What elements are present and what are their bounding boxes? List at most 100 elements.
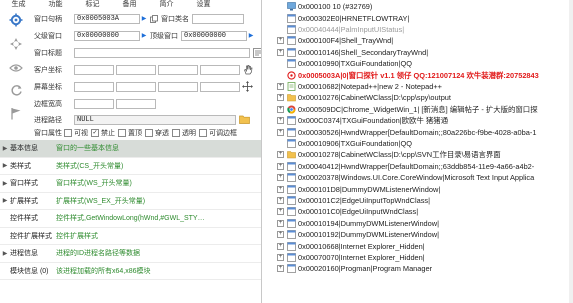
- tree-node[interactable]: 0x000302E0|HRNETFLOWTRAY|: [277, 12, 409, 23]
- expand-node-icon[interactable]: +: [277, 174, 284, 182]
- info-row[interactable]: 模块信息 (0) 该进程加载的所有x64,x86模块: [0, 263, 261, 280]
- expand-node-icon[interactable]: +: [277, 128, 284, 136]
- window-icon: [287, 161, 298, 171]
- folder-icon[interactable]: [239, 114, 250, 125]
- menu-generate[interactable]: 生成: [0, 0, 37, 10]
- transparent-checkbox[interactable]: [172, 128, 180, 137]
- process-path-field[interactable]: NULL: [74, 114, 236, 125]
- refresh-icon[interactable]: [8, 82, 24, 98]
- expand-node-icon[interactable]: +: [277, 231, 284, 239]
- screen-h-field[interactable]: [200, 81, 240, 92]
- screen-w-field[interactable]: [158, 81, 198, 92]
- tree-node[interactable]: +0x00010682|Notepad++|new 2 - Notepad++: [277, 81, 442, 92]
- info-row[interactable]: 控件样式 控件样式,GetWindowLong(hWnd,#GWL_STY…: [0, 210, 261, 228]
- menu-settings[interactable]: 设置: [185, 0, 222, 10]
- client-w-field[interactable]: [158, 64, 198, 75]
- eye-icon[interactable]: [8, 60, 24, 76]
- window-icon: [287, 139, 298, 148]
- disabled-checkbox[interactable]: ✓: [91, 128, 99, 137]
- tree-node[interactable]: +0x00010192|DummyDWMListenerWindow|: [277, 229, 439, 240]
- info-row[interactable]: 控件扩展样式 控件扩展样式: [0, 228, 261, 245]
- tree-node[interactable]: +0x00010194|DummyDWMListenerWindow|: [277, 218, 439, 229]
- expand-icon[interactable]: ▶: [0, 197, 10, 204]
- tree-node[interactable]: +0x000100F4|Shell_TrayWnd|: [277, 35, 393, 46]
- edit-icon[interactable]: [252, 47, 261, 58]
- parent-go-icon[interactable]: ▶: [140, 31, 148, 40]
- tree-node[interactable]: +0x00020378|Windows.UI.Core.CoreWindow|M…: [277, 172, 534, 183]
- menu-spare[interactable]: 备用: [111, 0, 148, 10]
- screen-label: 屏幕坐标: [34, 83, 62, 91]
- passthrough-checkbox[interactable]: [145, 128, 153, 137]
- expand-node-icon[interactable]: +: [277, 162, 284, 170]
- info-row[interactable]: ▶ 窗口样式 窗口样式(WS_开头常量): [0, 175, 261, 193]
- resizable-checkbox[interactable]: [199, 128, 207, 137]
- flag-icon[interactable]: [8, 105, 24, 121]
- expand-icon[interactable]: ▶: [0, 250, 10, 257]
- border-h-field[interactable]: [116, 98, 156, 109]
- tree-node[interactable]: +0x00030526|HwndWrapper[DefaultDomain;;8…: [277, 126, 536, 137]
- info-row[interactable]: ▶ 基本信息 窗口的一些基本信息: [0, 140, 261, 158]
- tree-node[interactable]: 0x00040444|PalmInputUIStatus|: [277, 24, 404, 35]
- top-go-icon[interactable]: ▶: [247, 31, 255, 40]
- client-y-field[interactable]: [116, 64, 156, 75]
- tree-node[interactable]: +0x00020160|Progman|Program Manager: [277, 263, 432, 274]
- class-field[interactable]: [192, 13, 244, 24]
- info-row[interactable]: ▶ 扩展样式 扩展样式(WS_EX_开头常量): [0, 193, 261, 210]
- expand-node-icon[interactable]: +: [277, 151, 284, 159]
- topmost-checkbox[interactable]: [118, 128, 126, 137]
- tree-node[interactable]: +0x00010668|Internet Explorer_Hidden|: [277, 240, 425, 251]
- copy-icon[interactable]: [148, 13, 159, 24]
- title-field[interactable]: [74, 47, 250, 58]
- client-x-field[interactable]: [74, 64, 114, 75]
- tree-node[interactable]: +0x000509DC|Chrome_WidgetWin_1| [新消息] 编辑…: [277, 104, 538, 115]
- expand-node-icon[interactable]: +: [277, 48, 284, 56]
- expand-node-icon[interactable]: +: [277, 94, 284, 102]
- parent-field[interactable]: 0x00000000: [74, 30, 140, 41]
- expand-node-icon[interactable]: +: [277, 265, 284, 273]
- expand-node-icon[interactable]: +: [277, 82, 284, 90]
- expand-node-icon[interactable]: +: [277, 242, 284, 250]
- border-w-field[interactable]: [74, 98, 114, 109]
- tree-node[interactable]: +0x000101D8|DummyDWMListenerWindow|: [277, 183, 440, 194]
- tree-node[interactable]: +0x00070070|Internet Explorer_Hidden|: [277, 252, 425, 263]
- menu-function[interactable]: 功能: [37, 0, 74, 10]
- client-h-field[interactable]: [200, 64, 240, 75]
- tree-node[interactable]: 0x00010990|TXGuiFoundation|QQ: [277, 58, 412, 69]
- tree-scrollbar[interactable]: [569, 0, 573, 303]
- visible-checkbox[interactable]: [64, 128, 72, 137]
- tree-node[interactable]: +0x000101C2|EdgeUiInputTopWndClass|: [277, 195, 430, 206]
- move-arrows-icon[interactable]: [242, 81, 253, 92]
- expand-node-icon[interactable]: +: [277, 219, 284, 227]
- expand-icon[interactable]: ▶: [0, 180, 10, 187]
- top-field[interactable]: 0x00000000: [181, 30, 247, 41]
- tree-node[interactable]: 0x000100 10 (#32769): [277, 1, 372, 12]
- expand-node-icon[interactable]: +: [277, 208, 284, 216]
- info-row[interactable]: ▶ 进程信息 进程的ID进程名路径等数据: [0, 245, 261, 263]
- expand-node-icon[interactable]: +: [277, 196, 284, 204]
- expand-node-icon[interactable]: +: [277, 105, 284, 113]
- hand-icon[interactable]: [242, 64, 253, 75]
- expand-icon[interactable]: ▶: [0, 162, 10, 169]
- tree-node[interactable]: +0x00010276|CabinetWClass|D:\cpp\spy\out…: [277, 92, 451, 103]
- expand-node-icon[interactable]: +: [277, 117, 284, 125]
- gear-probe-icon[interactable]: [8, 12, 24, 28]
- tree-node[interactable]: +0x00040412|HwndWrapper[DefaultDomain;;6…: [277, 161, 534, 172]
- info-row[interactable]: ▶ 类样式 类样式(CS_开头常量): [0, 158, 261, 175]
- tree-node[interactable]: 0x0005003A|0|窗口探针 v1.1 领仔 QQ:121007124 欢…: [277, 69, 539, 80]
- menu-mark[interactable]: 标记: [74, 0, 111, 10]
- expand-node-icon[interactable]: +: [277, 253, 284, 261]
- expand-node-icon[interactable]: +: [277, 37, 284, 45]
- handle-field[interactable]: 0x0005003A: [74, 13, 140, 24]
- expand-icon[interactable]: ▶: [0, 145, 10, 152]
- tree-node[interactable]: +0x00010278|CabinetWClass|D:\cpp\SVN工作目录…: [277, 149, 501, 160]
- crosshair-icon[interactable]: [8, 36, 24, 52]
- menu-about[interactable]: 简介: [148, 0, 185, 10]
- go-icon[interactable]: ▶: [140, 14, 148, 23]
- tree-node[interactable]: +0x000C0374|TXGuiFoundation|欧欧牛 猪猪通: [277, 115, 448, 126]
- tree-node[interactable]: +0x000101C0|EdgeUiInputWndClass|: [277, 206, 418, 217]
- tree-node[interactable]: +0x00010146|Shell_SecondaryTrayWnd|: [277, 47, 428, 58]
- screen-y-field[interactable]: [116, 81, 156, 92]
- expand-node-icon[interactable]: +: [277, 185, 284, 193]
- tree-node[interactable]: 0x00010906|TXGuiFoundation|QQ: [277, 138, 412, 149]
- screen-x-field[interactable]: [74, 81, 114, 92]
